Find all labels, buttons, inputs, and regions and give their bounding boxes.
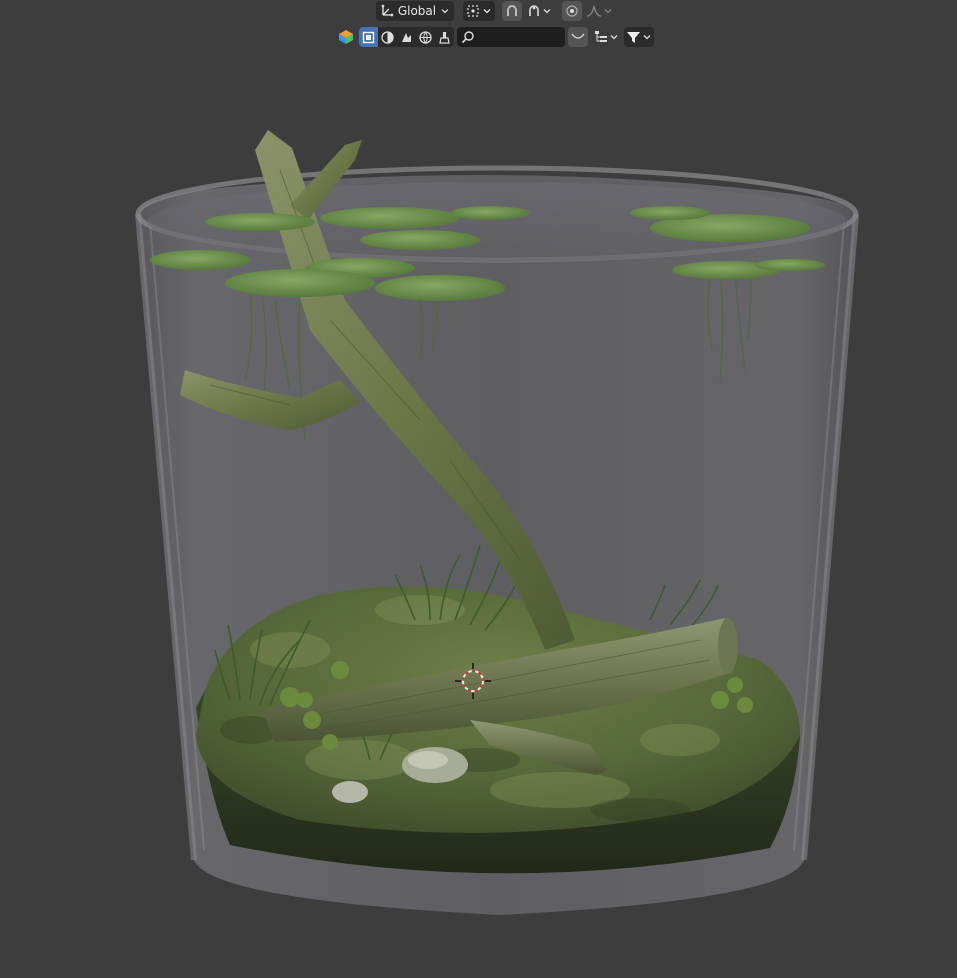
hierarchy-sort-icon <box>594 31 607 42</box>
pivot-point-dropdown[interactable] <box>463 1 495 21</box>
curve-icon <box>571 33 585 39</box>
brush-filter[interactable] <box>435 27 454 47</box>
transform-orientation-label: Global <box>397 4 437 18</box>
outliner-header <box>336 26 654 48</box>
proportional-edit-toggle[interactable] <box>562 1 582 21</box>
chevron-down-icon <box>610 35 617 40</box>
snap-target-dropdown[interactable] <box>525 1 553 21</box>
chevron-down-icon <box>483 9 491 14</box>
chevron-down-icon <box>643 35 651 40</box>
viewport-shading-filter[interactable] <box>378 27 397 47</box>
falloff-dropdown[interactable] <box>585 1 613 21</box>
search-icon <box>461 31 474 44</box>
world-filter[interactable] <box>416 27 435 47</box>
scene-render <box>135 130 859 915</box>
sort-dropdown[interactable] <box>591 27 621 47</box>
proportional-edit-icon <box>566 5 578 17</box>
snap-toggle[interactable] <box>502 1 522 21</box>
brush-icon <box>439 31 450 44</box>
viewport-shading-icon <box>381 30 394 44</box>
3d-viewport[interactable] <box>0 0 957 978</box>
world-icon <box>419 30 432 44</box>
outliner-search-field[interactable] <box>457 27 565 47</box>
render-filter[interactable] <box>397 27 416 47</box>
render-icon <box>402 32 411 42</box>
object-select-icon <box>362 31 375 43</box>
snap-magnet-icon <box>507 5 517 16</box>
search-input[interactable] <box>475 28 561 46</box>
chevron-down-icon <box>441 9 449 14</box>
chevron-down-icon <box>604 9 611 14</box>
object-select-filter[interactable] <box>359 27 378 47</box>
display-mode-button[interactable] <box>336 27 356 47</box>
viewport-header-tools: Global <box>376 0 613 22</box>
filter-toggle-group <box>359 27 454 47</box>
snap-target-icon <box>528 5 539 16</box>
funnel-filter-icon <box>627 31 640 43</box>
pivot-point-icon <box>467 5 479 17</box>
chevron-down-icon <box>543 9 550 14</box>
filter-invert-toggle[interactable] <box>568 27 588 47</box>
orientation-gizmo-icon <box>381 4 394 17</box>
display-mode-icon <box>339 30 353 44</box>
transform-orientation-dropdown[interactable]: Global <box>376 1 454 21</box>
falloff-curve-icon <box>586 5 601 17</box>
filter-dropdown[interactable] <box>624 27 654 47</box>
